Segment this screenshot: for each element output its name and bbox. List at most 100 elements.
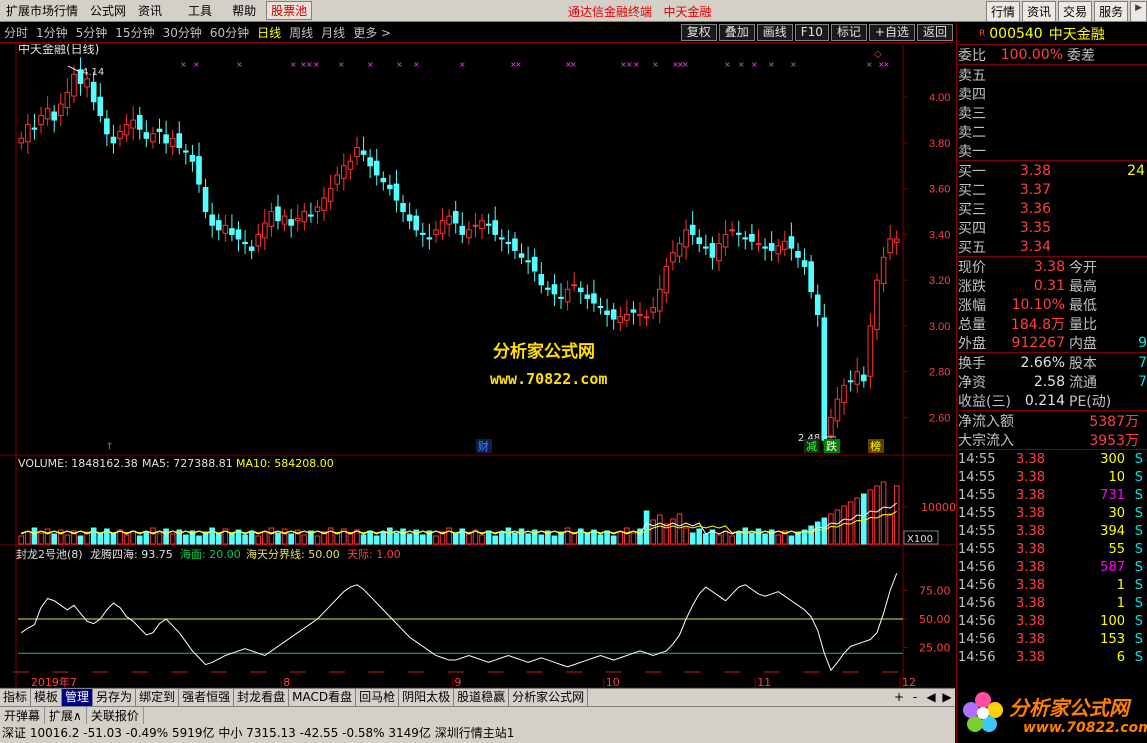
period-more[interactable]: 更多 > [349,24,395,41]
tab-template[interactable]: 模板 [31,688,63,707]
tab-strong[interactable]: 强者恒强 [179,688,235,707]
period-weekly[interactable]: 周线 [285,24,317,41]
candle-body [84,78,90,88]
tick-row: 14:56 3.38 1 S [957,576,1147,594]
indicator-title: 封龙2号池(8) [16,547,83,561]
tab-fenxijia[interactable]: 分析家公式网 [509,688,589,707]
tick-flag: S [1134,541,1143,557]
news-button[interactable]: 资讯 [1022,1,1057,22]
draw-button[interactable]: 画线 [756,24,793,41]
tab-huimaqiang[interactable]: 回马枪 [356,688,400,707]
volume-bar [255,535,262,545]
menu-item-market[interactable]: 扩展市场行情 [0,2,84,19]
back-button[interactable]: 返回 [916,24,953,41]
volume-bar [130,530,136,545]
plus-icon[interactable]: + [891,689,907,706]
f10-button[interactable]: F10 [794,24,829,41]
candle-body [25,124,31,143]
period-daily[interactable]: 日线 [253,24,285,41]
period-tick[interactable]: 分时 [0,24,32,41]
period-1min[interactable]: 1分钟 [32,24,72,41]
candle-body [327,188,334,202]
adjust-button[interactable]: 复权 [680,24,717,41]
candle-body [624,313,630,321]
candle-body [735,232,742,235]
tick-volume: 55 [1108,541,1125,557]
overlay-button[interactable]: 叠加 [718,24,755,41]
tab-macd[interactable]: MACD看盘 [289,688,357,707]
tab-gudao[interactable]: 股道稳赢 [454,688,510,707]
minus-icon[interactable]: - [907,689,923,706]
period-15min[interactable]: 15分钟 [111,24,158,41]
stat-value-2: 7 [1138,373,1147,390]
candle-body [367,157,373,167]
menu-item-tools[interactable]: 工具 [168,2,218,19]
stock-pool-button[interactable]: 股票池 [266,1,313,20]
tab-fenglong[interactable]: 封龙看盘 [234,688,290,707]
related-quote-button[interactable]: 关联报价 [87,707,144,724]
stat-row: 涨幅 10.10% 最低 [957,295,1147,314]
kline-chart[interactable]: 4.00 3.80 3.60 3.40 3.20 3.00 2.80 2.60 中天金融(日线)… [0,44,955,688]
play-icon[interactable]: ▶ [1130,1,1147,22]
tick-list[interactable]: 14:55 3.38 300 S 14:55 3.38 10 S 14:55 3.38 731 S 14… [957,450,1147,666]
tick-time: 14:56 [958,631,996,647]
sell-label: 卖三 [958,105,986,122]
period-60min[interactable]: 60分钟 [206,24,253,41]
menu-item-formula[interactable]: 公式网 [84,2,132,19]
candle-body [571,284,577,287]
period-monthly[interactable]: 月线 [317,24,349,41]
add-watchlist-button[interactable]: +自选 [868,24,915,41]
candle-body [630,309,637,313]
stat-value: 2.66% [1020,354,1065,371]
candle-body [452,211,459,224]
menu-item-help[interactable]: 帮助 [218,2,262,19]
left-arrow-icon[interactable]: ◀ [923,689,939,706]
indicator-tick-label: 50.00 [919,613,951,626]
mark-button[interactable]: 标记 [830,24,867,41]
tick-volume: 1 [1116,595,1125,611]
menu-bar: 扩展市场行情 公式网 资讯 工具 帮助 股票池 通达信金融终端 中天金融 行情 … [0,0,1147,22]
candle-body [689,224,696,235]
volume-bar [624,527,630,545]
period-5min[interactable]: 5分钟 [72,24,112,41]
candle-body [51,111,58,121]
volume-bar [452,532,459,545]
tick-flag: S [1134,451,1143,467]
stat-label-2: 最低 [1069,297,1097,314]
tick-time: 14:56 [958,649,996,665]
volume-bar [51,533,58,545]
tick-volume: 6 [1116,649,1125,665]
danmaku-button[interactable]: 开弹幕 [0,707,46,724]
volume-bar [400,528,406,545]
quote-button[interactable]: 行情 [986,1,1021,22]
stat-value: 10.10% [1011,296,1065,313]
volume-bar [775,534,782,545]
stat-label: 收益(三) [958,393,1011,410]
stat-value-2: 9 [1138,334,1147,351]
tab-manage[interactable]: 管理 [62,688,94,707]
menu-item-news[interactable]: 资讯 [132,2,168,19]
buy-row: 买一 3.38 24 [957,161,1147,180]
tab-save-as[interactable]: 另存为 [93,688,137,707]
buy-price: 3.35 [1019,219,1051,236]
tab-indicator[interactable]: 指标 [0,688,32,707]
candle-body [294,217,301,222]
volume-bar [788,535,795,545]
event-x-marker: × [367,60,374,69]
right-arrow-icon[interactable]: ▶ [939,689,955,706]
tick-flag: S [1134,649,1143,665]
candle-body [57,103,64,116]
candle-body [788,236,795,249]
service-button[interactable]: 服务 [1094,1,1129,22]
expand-button[interactable]: 扩展∧ [45,707,87,724]
tab-bind[interactable]: 绑定到 [136,688,180,707]
stat-value: 0.31 [1033,277,1065,294]
candle-body [564,288,571,303]
trade-button[interactable]: 交易 [1058,1,1093,22]
tick-flag: S [1134,559,1143,575]
stat-value-2: 7 [1138,354,1147,371]
period-30min[interactable]: 30分钟 [159,24,206,41]
volume-bar [735,531,742,545]
volume-bar [676,513,683,545]
tab-yinyang[interactable]: 阴阳太极 [399,688,455,707]
